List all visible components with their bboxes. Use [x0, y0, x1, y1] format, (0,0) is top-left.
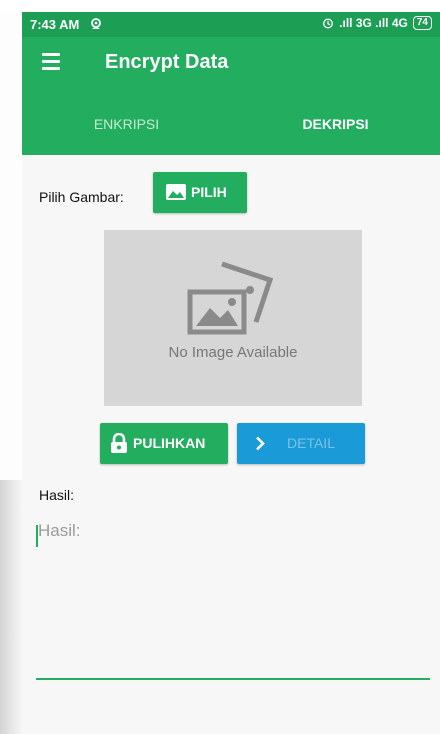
phone-screen: 7:43 AM .ıll 3G .ıll 4G 74 Encrypt Data … [22, 12, 440, 734]
restore-button[interactable]: PULIHKAN [100, 423, 228, 464]
alarm-icon [323, 18, 334, 29]
detail-button-label: DETAIL [287, 435, 335, 451]
status-bar: 7:43 AM .ıll 3G .ıll 4G 74 [22, 12, 440, 37]
tab-dekripsi[interactable]: DEKRIPSI [231, 116, 440, 132]
detail-button[interactable]: DETAIL [237, 423, 365, 464]
backdrop-shadow [0, 480, 22, 734]
image-placeholder-icon [187, 261, 274, 335]
result-field[interactable] [36, 521, 432, 681]
battery-icon: 74 [412, 16, 432, 30]
result-field-underline [36, 678, 430, 680]
app-title: Encrypt Data [105, 51, 229, 73]
image-icon [166, 184, 186, 200]
signal-indicator: .ıll 3G .ıll 4G [339, 16, 408, 30]
status-time: 7:43 AM [30, 17, 80, 32]
tab-enkripsi[interactable]: ENKRIPSI [22, 116, 231, 132]
result-label: Hasil: [39, 487, 75, 503]
notification-icon [91, 18, 101, 29]
status-indicators: .ıll 3G .ıll 4G 74 [322, 16, 432, 30]
pick-image-button[interactable]: PILIH [153, 172, 247, 213]
clipped-caption-strip: ​ [0, 0, 440, 12]
text-cursor [36, 525, 38, 547]
app-bar: Encrypt Data [22, 37, 440, 92]
tab-bar: ENKRIPSI DEKRIPSI [22, 92, 440, 155]
pick-image-label: Pilih Gambar: [39, 189, 124, 205]
pick-image-label-text: PILIH [191, 184, 227, 200]
lock-icon [111, 433, 127, 453]
restore-button-label: PULIHKAN [133, 435, 206, 451]
no-image-text: No Image Available [168, 344, 298, 361]
chevron-right-icon [256, 436, 265, 451]
menu-icon[interactable] [42, 53, 60, 70]
image-preview: No Image Available [104, 230, 362, 406]
